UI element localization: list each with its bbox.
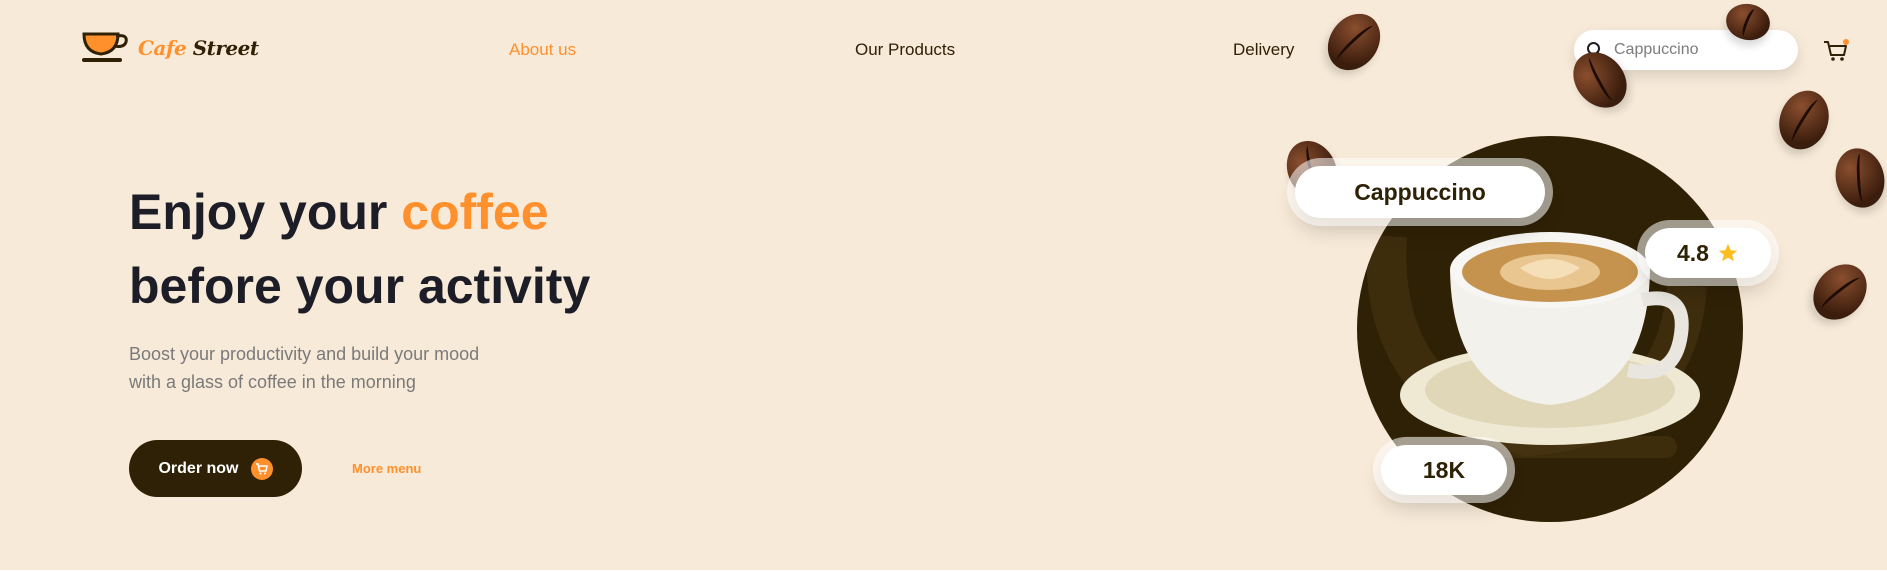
cart-icon[interactable] (1822, 37, 1850, 65)
nav-delivery[interactable]: Delivery (1233, 40, 1294, 60)
hero-title-part2: before your activity (129, 258, 591, 314)
cart-badge-icon (250, 457, 273, 480)
product-rating-badge: 4.8 (1645, 228, 1771, 278)
product-count: 18K (1422, 456, 1466, 483)
product-name: Cappuccino (1354, 178, 1486, 205)
star-icon (1718, 243, 1738, 262)
brand-word-cafe: Cafe (138, 36, 187, 60)
brand-logo[interactable]: Cafe Street (80, 30, 259, 66)
product-rating: 4.8 (1677, 239, 1709, 266)
brand-word-street: Street (192, 36, 259, 60)
hero-title-accent: coffee (401, 184, 549, 240)
hero-headline: Enjoy your coffee before your activity (129, 175, 590, 323)
coffee-bean-image (1802, 253, 1878, 331)
brand-name: Cafe Street (138, 36, 259, 60)
hero-subtitle: Boost your productivity and build your m… (129, 340, 549, 396)
nav-about-us[interactable]: About us (509, 40, 576, 60)
hero-subtitle-line2: with a glass of coffee in the morning (129, 372, 416, 392)
nav-our-products[interactable]: Our Products (855, 40, 955, 60)
search-input[interactable] (1612, 40, 1786, 60)
coffee-bean-image (1829, 142, 1887, 214)
more-menu-link[interactable]: More menu (352, 461, 421, 476)
coffee-bean-image (1771, 83, 1837, 157)
product-name-badge: Cappuccino (1295, 166, 1545, 218)
coffee-cup-logo-icon (82, 32, 128, 62)
hero-subtitle-line1: Boost your productivity and build your m… (129, 344, 480, 364)
hero-title-part1: Enjoy your (129, 184, 402, 240)
order-now-label: Order now (158, 459, 239, 477)
order-now-button[interactable]: Order now (129, 440, 302, 497)
product-count-badge: 18K (1381, 445, 1507, 495)
coffee-bean-image (1317, 3, 1391, 81)
